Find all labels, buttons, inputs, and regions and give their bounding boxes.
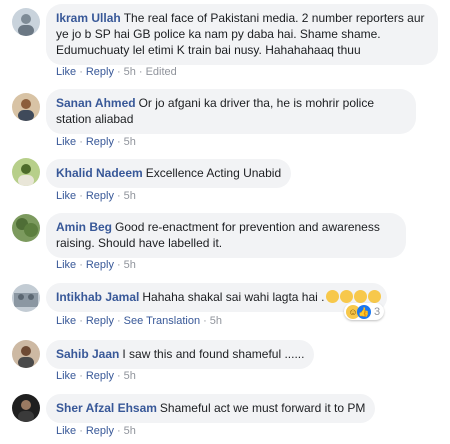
avatar[interactable] [12,340,40,368]
reaction-summary[interactable]: ☺ 👍 3 [344,303,385,320]
reply-link[interactable]: Reply [86,66,114,78]
comment-author[interactable]: Sher Afzal Ehsam [56,401,157,415]
comment-actions: Like · Reply · 5h [56,136,136,148]
comment-time[interactable]: 5h [124,66,136,78]
comment-time[interactable]: 5h [124,259,136,271]
reaction-count: 3 [374,305,381,318]
comment-bubble: Sher Afzal Ehsam Shameful act we must for… [46,394,376,423]
comment-actions: Like · Reply · 5h · Edited [56,66,177,78]
reply-link[interactable]: Reply [86,259,114,271]
reply-link[interactable]: Reply [86,190,114,202]
comment-text: Hahaha shakal sai wahi lagta hai . [142,290,325,304]
comment-bubble: Sahib Jaan I saw this and found shameful … [46,340,315,369]
comment-author[interactable]: Ikram Ullah [56,11,121,25]
comment-time[interactable]: 5h [124,190,136,202]
avatar[interactable] [12,394,40,422]
like-icon: 👍 [357,304,371,319]
avatar[interactable] [12,8,40,36]
laughing-emoji-icon [353,290,367,303]
like-link[interactable]: Like [56,190,76,202]
comment-author[interactable]: Khalid Nadeem [56,166,143,180]
comment-time[interactable]: 5h [124,425,136,437]
comment-bubble: Intikhab Jamal Hahaha shakal sai wahi lag… [46,283,387,312]
like-link[interactable]: Like [56,370,76,382]
comment-actions: Like · Reply · 5h [56,425,136,437]
avatar[interactable] [12,284,40,312]
reply-link[interactable]: Reply [86,315,114,327]
comment-actions: Like · Reply · 5h [56,370,136,382]
comment-author[interactable]: Sanan Ahmed [56,96,136,110]
comment-author[interactable]: Sahib Jaan [56,347,119,361]
comment-bubble: Amin Beg Good re-enactment for prevention… [46,213,406,258]
avatar[interactable] [12,214,40,242]
reply-link[interactable]: Reply [86,425,114,437]
laughing-emoji-icon [325,290,339,303]
laughing-emoji-icon [339,290,353,303]
comment-time[interactable]: 5h [124,370,136,382]
comment-time[interactable]: 5h [210,315,222,327]
comment-time[interactable]: 5h [124,136,136,148]
comment-text: Excellence Acting Unabid [145,166,282,180]
comment-actions: Like · Reply · See Translation · 5h [56,315,223,327]
comment-bubble: Khalid Nadeem Excellence Acting Unabid [46,159,292,188]
comment-bubble: Sanan Ahmed Or jo afgani ka driver tha, h… [46,89,416,134]
like-link[interactable]: Like [56,315,76,327]
avatar[interactable] [12,93,40,121]
like-link[interactable]: Like [56,66,76,78]
reply-link[interactable]: Reply [86,136,114,148]
avatar[interactable] [12,158,40,186]
like-link[interactable]: Like [56,259,76,271]
comment-bubble: Ikram Ullah The real face of Pakistani me… [46,4,438,65]
comment-text: I saw this and found shameful ...... [122,347,305,361]
like-link[interactable]: Like [56,136,76,148]
comment-author[interactable]: Intikhab Jamal [56,290,139,304]
reply-link[interactable]: Reply [86,370,114,382]
comment-text: Shameful act we must forward it to PM [159,401,366,415]
see-translation-link[interactable]: See Translation [124,315,200,327]
like-link[interactable]: Like [56,425,76,437]
comment-author[interactable]: Amin Beg [56,220,112,234]
comment-actions: Like · Reply · 5h [56,190,136,202]
comment-actions: Like · Reply · 5h [56,259,136,271]
laughing-emoji-icon [367,290,381,303]
edited-label[interactable]: Edited [146,66,177,78]
